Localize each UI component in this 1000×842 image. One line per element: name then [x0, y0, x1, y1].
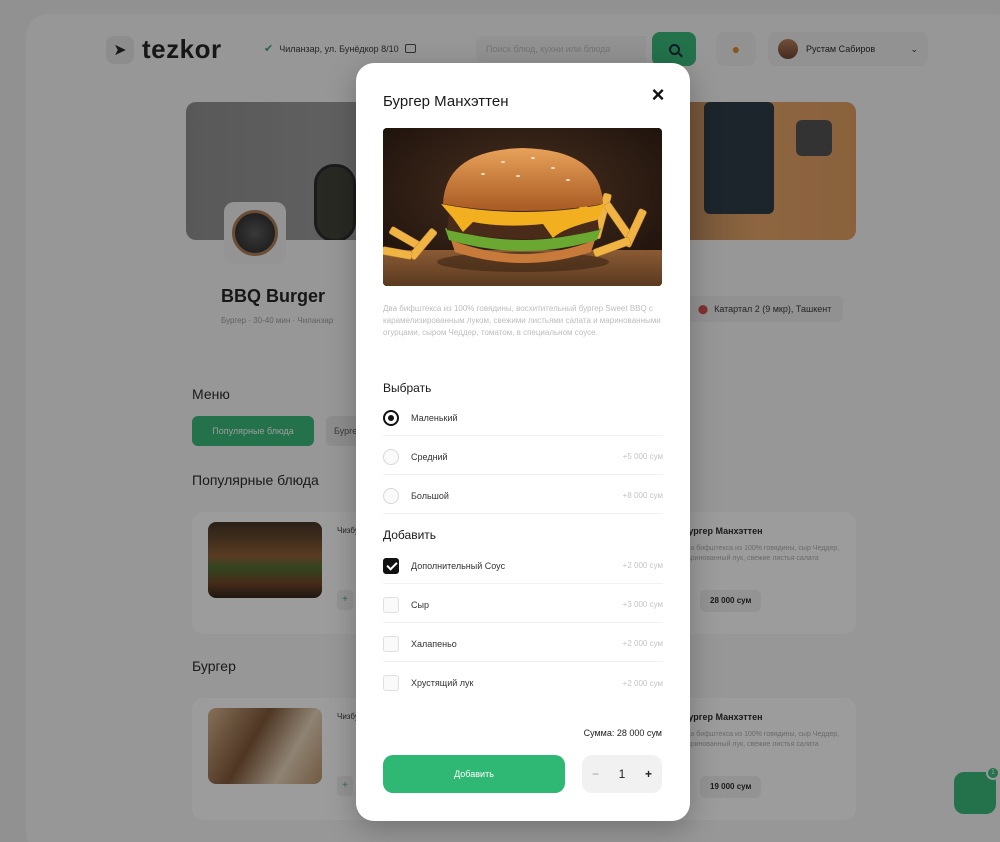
addon-crispy-onion[interactable]: Хрустящий лук +2 000 сум — [383, 665, 663, 701]
quantity-stepper: − 1 + — [582, 755, 662, 793]
checkbox-icon[interactable] — [383, 596, 399, 613]
close-icon[interactable]: × — [646, 82, 670, 107]
addon-name: Дополнительный Соус — [411, 560, 506, 571]
addon-extra: +2 000 сум — [622, 561, 663, 570]
addon-extra: +2 000 сум — [622, 639, 663, 648]
radio-icon[interactable] — [383, 448, 399, 465]
burger-image — [383, 128, 662, 286]
size-option-name: Средний — [411, 451, 448, 462]
checkbox-icon[interactable] — [383, 675, 399, 691]
choose-size-label: Выбрать — [383, 381, 432, 395]
size-option-name: Маленький — [411, 412, 458, 423]
addon-extra: +3 000 сум — [622, 600, 663, 609]
addon-extra-sauce[interactable]: Дополнительный Соус +2 000 сум — [383, 548, 663, 584]
addon-jalapeno[interactable]: Халапеньо +2 000 сум — [383, 626, 663, 662]
size-option-medium[interactable]: Средний +5 000 сум — [383, 439, 663, 475]
product-modal: Бургер Манхэттен × Два бифштекса из 100%… — [356, 63, 690, 821]
size-option-large[interactable]: Большой +8 000 сум — [383, 478, 663, 514]
product-description: Два бифштекса из 100% говядины, восхитит… — [383, 304, 661, 337]
radio-icon[interactable] — [383, 487, 399, 504]
radio-selected-icon[interactable] — [383, 409, 399, 426]
addons-label: Добавить — [383, 528, 437, 542]
addon-extra: +2 000 сум — [622, 678, 663, 688]
addon-name: Халапеньо — [411, 638, 457, 649]
quantity-value: 1 — [618, 767, 626, 781]
add-to-cart-button[interactable]: Добавить — [383, 755, 565, 793]
addon-cheese[interactable]: Сыр +3 000 сум — [383, 587, 663, 623]
decrease-quantity-button[interactable]: − — [592, 767, 599, 781]
checkbox-checked-icon[interactable] — [383, 557, 399, 574]
order-sum: Сумма: 28 000 сум — [583, 728, 662, 738]
burger-photo-svg — [383, 128, 662, 286]
size-option-small[interactable]: Маленький — [383, 400, 663, 436]
size-option-extra: +5 000 сум — [622, 452, 663, 461]
increase-quantity-button[interactable]: + — [645, 767, 652, 781]
size-option-extra: +8 000 сум — [622, 491, 663, 500]
modal-title: Бургер Манхэттен — [383, 93, 509, 110]
addon-name: Сыр — [411, 599, 429, 610]
checkbox-icon[interactable] — [383, 635, 399, 652]
addon-name: Хрустящий лук — [411, 678, 474, 688]
size-option-name: Большой — [411, 490, 449, 501]
